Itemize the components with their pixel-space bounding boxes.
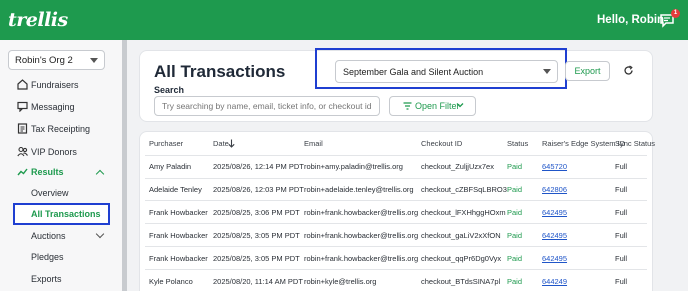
- chat-icon: [17, 101, 28, 112]
- sidebar-sub-label: All Transactions: [31, 209, 101, 219]
- notification-badge: 1: [671, 9, 680, 18]
- greeting[interactable]: Hello, Robin: [597, 14, 664, 26]
- export-button[interactable]: Export: [565, 61, 610, 81]
- cell-purchaser[interactable]: Kyle Polanco: [149, 277, 193, 286]
- top-bar: [0, 0, 688, 40]
- org-select[interactable]: Robin's Org 2: [8, 50, 105, 70]
- row-divider: [145, 269, 647, 270]
- column-header-email[interactable]: Email: [304, 139, 323, 148]
- cell-checkout-id: checkout_lFXHhggHOxm: [421, 208, 506, 217]
- sidebar-sub-exports[interactable]: Exports: [31, 272, 62, 286]
- cell-email: robin+adelaide.tenley@trellis.org: [304, 185, 414, 194]
- sidebar-item-label: Fundraisers: [31, 80, 79, 90]
- cell-sync: Full: [615, 162, 628, 171]
- row-divider: [145, 200, 647, 201]
- cell-status: Paid: [507, 185, 523, 194]
- cell-re-id-link[interactable]: 642806: [542, 185, 567, 194]
- cell-checkout-id: checkout_qqPr6Dg0Vyx: [421, 254, 502, 263]
- cell-email: robin+amy.paladin@trellis.org: [304, 162, 403, 171]
- cell-checkout-id: checkout_cZBFSqLBRO3: [421, 185, 507, 194]
- org-select-value: Robin's Org 2: [15, 55, 73, 66]
- cell-date: 2025/08/26, 12:14 PM PDT: [213, 162, 304, 171]
- cell-email: robin+frank.howbacker@trellis.org: [304, 254, 419, 263]
- sidebar-sub-pledges[interactable]: Pledges: [31, 250, 64, 264]
- cell-sync: Full: [615, 254, 628, 263]
- filter-icon: [403, 102, 412, 110]
- cell-purchaser[interactable]: Frank Howbacker: [149, 231, 208, 240]
- cell-checkout-id: checkout_BTdsSINA7pl: [421, 277, 501, 286]
- column-header-status[interactable]: Status: [507, 139, 528, 148]
- row-divider: [145, 246, 647, 247]
- cell-sync: Full: [615, 231, 628, 240]
- cell-status: Paid: [507, 231, 523, 240]
- open-filter-label: Open Filter: [415, 101, 460, 111]
- sidebar-sub-overview[interactable]: Overview: [31, 186, 69, 200]
- cell-re-id-link[interactable]: 642495: [542, 254, 567, 263]
- refresh-icon[interactable]: [623, 65, 634, 76]
- sidebar-item-label: VIP Donors: [31, 147, 77, 157]
- cell-status: Paid: [507, 277, 523, 286]
- cell-re-id-link[interactable]: 642495: [542, 231, 567, 240]
- users-icon: [17, 146, 28, 157]
- cell-checkout-id: checkout_gaLiV2xXfON: [421, 231, 501, 240]
- cell-date: 2025/08/25, 3:05 PM PDT: [213, 254, 300, 263]
- sidebar-scrollbar[interactable]: [122, 40, 127, 291]
- column-header-sync-status[interactable]: Sync Status: [615, 139, 655, 148]
- page-title: All Transactions: [154, 62, 286, 81]
- sidebar-sub-all-transactions[interactable]: All Transactions: [13, 203, 110, 225]
- cell-date: 2025/08/20, 11:14 AM PDT: [213, 277, 303, 286]
- row-divider: [145, 155, 647, 156]
- chart-trend-icon: [17, 168, 28, 176]
- home-icon: [17, 79, 28, 90]
- row-divider: [145, 223, 647, 224]
- cell-re-id-link[interactable]: 642495: [542, 208, 567, 217]
- sidebar-item-label: Messaging: [31, 102, 75, 112]
- cell-checkout-id: checkout_ZuljjUzx7ex: [421, 162, 494, 171]
- cell-re-id-link[interactable]: 644249: [542, 277, 567, 286]
- cell-re-id-link[interactable]: 645720: [542, 162, 567, 171]
- cell-email: robin+kyle@trellis.org: [304, 277, 377, 286]
- sort-arrow-down-icon[interactable]: [228, 139, 235, 148]
- trellis-logo[interactable]: trellis: [8, 9, 68, 31]
- column-header-re-system-id[interactable]: Raiser's Edge System ID: [542, 139, 625, 148]
- cell-date: 2025/08/25, 3:05 PM PDT: [213, 231, 300, 240]
- cell-status: Paid: [507, 162, 523, 171]
- column-header-purchaser[interactable]: Purchaser: [149, 139, 183, 148]
- search-label: Search: [154, 85, 185, 95]
- receipt-icon: [17, 123, 28, 134]
- column-header-checkout-id[interactable]: Checkout ID: [421, 139, 462, 148]
- cell-status: Paid: [507, 254, 523, 263]
- cell-purchaser[interactable]: Adelaide Tenley: [149, 185, 202, 194]
- cell-purchaser[interactable]: Amy Paladin: [149, 162, 191, 171]
- cell-email: robin+frank.howbacker@trellis.org: [304, 231, 419, 240]
- cell-date: 2025/08/26, 12:03 PM PDT: [213, 185, 304, 194]
- cell-status: Paid: [507, 208, 523, 217]
- sidebar-item-label: Results: [31, 167, 64, 177]
- event-select-highlight: [315, 48, 567, 89]
- sidebar-item-label: Tax Receipting: [31, 124, 91, 134]
- cell-purchaser[interactable]: Frank Howbacker: [149, 254, 208, 263]
- row-divider: [145, 178, 647, 179]
- chevron-down-icon: [456, 103, 464, 108]
- column-header-date[interactable]: Date: [213, 139, 229, 148]
- search-input[interactable]: [154, 96, 380, 116]
- cell-purchaser[interactable]: Frank Howbacker: [149, 208, 208, 217]
- cell-sync: Full: [615, 185, 628, 194]
- cell-date: 2025/08/25, 3:06 PM PDT: [213, 208, 300, 217]
- cell-sync: Full: [615, 277, 628, 286]
- open-filter-button[interactable]: Open Filter: [389, 96, 476, 116]
- cell-email: robin+frank.howbacker@trellis.org: [304, 208, 419, 217]
- caret-down-icon: [90, 58, 98, 63]
- sidebar-sub-auctions[interactable]: Auctions: [31, 229, 66, 243]
- cell-sync: Full: [615, 208, 628, 217]
